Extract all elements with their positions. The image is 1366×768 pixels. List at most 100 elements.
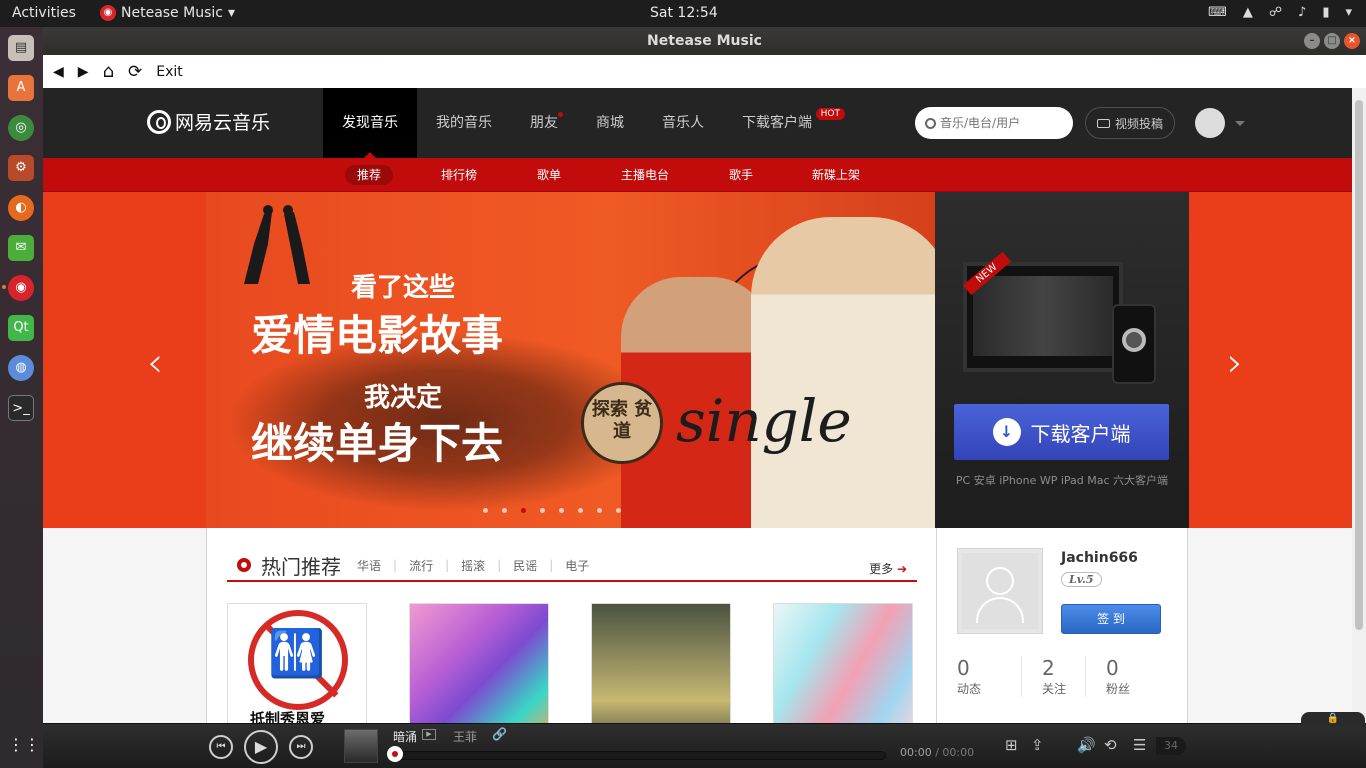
play-button[interactable]: ▶ [244,730,278,764]
divider: | [393,558,398,572]
nav-my-music[interactable]: 我的音乐 [417,88,511,158]
tag-folk[interactable]: 民谣 [513,557,537,574]
video-upload-button[interactable]: 视频投稿 [1085,107,1175,139]
app-grid-icon[interactable]: ⋮⋮ [8,732,40,758]
close-button[interactable]: × [1344,33,1360,49]
lock-icon[interactable]: 🔒 [1301,712,1365,726]
app-menu[interactable]: ◉ Netease Music ▾ [100,5,235,21]
chevron-down-icon[interactable] [1235,121,1245,131]
carousel-dot[interactable] [597,508,602,513]
artist-name[interactable]: 王菲 [453,728,477,745]
volume-icon[interactable]: 🔊 [1077,736,1096,754]
next-track-button[interactable]: ⏭ [289,735,313,759]
software-center-icon[interactable]: A [8,75,34,101]
scrollbar-thumb[interactable] [1355,100,1363,630]
section-title[interactable]: 热门推荐 [261,551,341,580]
volume-icon[interactable]: ♪ [1298,5,1306,20]
playlist-card[interactable] [773,603,913,743]
song-title[interactable]: 暗涌 [393,728,417,745]
repeat-mode-icon[interactable]: ⟲ [1104,736,1117,754]
network-icon[interactable]: ☍ [1269,5,1282,20]
activities-button[interactable]: Activities [12,5,76,21]
banner-prev-arrow[interactable]: ‹ [147,340,163,386]
mv-icon[interactable]: ▶ [422,729,436,740]
previous-track-button[interactable]: ⏮ [209,735,233,759]
stat-followers[interactable]: 0 粉丝 [1085,656,1149,697]
tag-rock[interactable]: 摇滚 [461,557,485,574]
qt-creator-icon[interactable]: Qt [8,315,34,341]
carousel-dot[interactable] [540,508,545,513]
page-scrollbar[interactable] [1352,88,1366,723]
user-level-badge[interactable]: Lv.5 [1061,572,1102,587]
banner-image[interactable]: 看了这些 爱情电影故事 我决定 继续单身下去 探索 贫道 single [206,192,951,528]
playlist-card[interactable] [409,603,549,743]
playlist-card[interactable] [591,603,731,743]
more-link[interactable]: 更多 ➔ [869,560,907,577]
back-button[interactable]: ◀ [53,64,64,80]
album-thumbnail[interactable] [344,729,378,763]
nav-discover[interactable]: 发现音乐 [323,88,417,158]
forward-button[interactable]: ▶ [78,64,89,80]
chevron-down-icon[interactable]: ▾ [1345,5,1352,20]
playlist-count[interactable]: 34 [1156,737,1186,755]
subnav-artists[interactable]: 歌手 [717,165,765,185]
username[interactable]: Jachin666 [1061,550,1138,566]
banner-next-arrow[interactable]: › [1227,340,1243,386]
netease-music-icon[interactable]: ◉ [8,275,34,301]
subnav-new-albums[interactable]: 新碟上架 [800,165,872,185]
subnav-playlists[interactable]: 歌单 [525,165,573,185]
subnav-charts[interactable]: 排行榜 [429,165,489,185]
add-to-playlist-icon[interactable]: ⊞ [1005,736,1018,754]
search-box[interactable] [915,107,1073,139]
nav-store[interactable]: 商城 [577,88,643,158]
share-icon[interactable]: ⇪ [1031,736,1044,754]
clock[interactable]: Sat 12:54 [650,5,718,21]
tray-app-icon[interactable]: ▲ [1243,5,1253,20]
tag-electronic[interactable]: 电子 [565,557,589,574]
carousel-dot[interactable] [483,508,488,513]
stat-following[interactable]: 2 关注 [1021,656,1085,697]
files-icon[interactable]: ▤ [8,35,34,61]
download-client-button[interactable]: ↓ 下载客户端 [954,404,1169,460]
nav-friends[interactable]: 朋友 [511,88,577,158]
carousel-dot[interactable] [616,508,621,513]
link-icon[interactable]: 🔗 [492,727,507,741]
exit-button[interactable]: Exit [156,64,183,80]
carousel-dot[interactable] [559,508,564,513]
nav-download[interactable]: 下载客户端 HOT [723,88,845,158]
site-logo[interactable]: 网易云音乐 [147,108,270,135]
terminal-icon[interactable]: >_ [8,395,34,421]
user-avatar[interactable] [1195,108,1225,138]
playlist-icon[interactable]: ☰ [1133,736,1146,754]
settings-icon[interactable]: ⚙ [8,155,34,181]
tag-pop[interactable]: 流行 [409,557,433,574]
reload-button[interactable]: ⟳ [128,62,142,82]
battery-icon[interactable]: ▮ [1322,5,1329,20]
progress-track[interactable] [393,751,886,760]
nav-musician[interactable]: 音乐人 [643,88,723,158]
system-tray[interactable]: ⌨ ▲ ☍ ♪ ▮ ▾ [1208,5,1352,20]
home-button[interactable]: ⌂ [103,61,114,82]
carousel-dot[interactable] [578,508,583,513]
minimize-button[interactable]: – [1304,33,1320,49]
sign-in-button[interactable]: 签 到 [1061,604,1161,634]
search-input[interactable] [940,116,1060,130]
subnav-radio[interactable]: 主播电台 [609,165,681,185]
banner-headline-1: 看了这些 [351,273,456,303]
tag-chinese[interactable]: 华语 [357,557,381,574]
firefox-icon[interactable]: ◐ [8,195,34,221]
carousel-dot[interactable] [502,508,507,513]
banner-headline-3: 我决定 [364,383,443,413]
progress-knob[interactable] [387,746,403,762]
keyboard-icon[interactable]: ⌨ [1208,5,1227,20]
chrome-icon[interactable]: ◎ [8,115,34,141]
carousel-dot-active[interactable] [521,508,526,513]
subnav-recommend[interactable]: 推荐 [345,165,394,185]
browser-icon[interactable]: ◍ [8,355,34,381]
download-platforms: PC 安卓 iPhone WP iPad Mac 六大客户端 [955,474,1169,487]
user-profile-avatar[interactable] [957,548,1043,634]
maximize-button[interactable]: □ [1324,33,1340,49]
wechat-icon[interactable]: ✉ [8,235,34,261]
stat-events[interactable]: 0 动态 [957,656,1021,697]
playlist-card[interactable]: 🚻 抵制秀恩爱 [227,603,367,743]
